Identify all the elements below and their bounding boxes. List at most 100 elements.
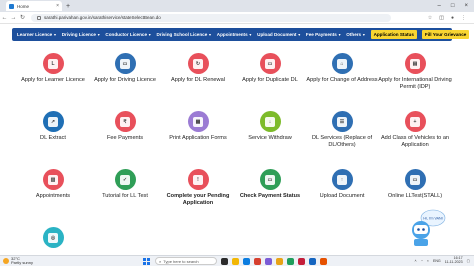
service-apply-dl-renewal[interactable]: ↻ Apply for DL Renewal [158, 53, 238, 84]
service-circle: ₹ [114, 111, 136, 132]
back-icon[interactable]: ← [0, 15, 9, 21]
chevron-up-icon[interactable]: ˄ [414, 259, 416, 263]
service-complete-pending-application[interactable]: ! Complete your Pending Application [158, 169, 238, 207]
clock-date: 11-11-2023 [444, 260, 463, 264]
dl-renewal-icon: ↻ [193, 58, 203, 69]
forward-icon[interactable]: → [9, 15, 18, 21]
menu-driving-school-licence[interactable]: Driving School Licence▼ [156, 32, 211, 37]
service-change-of-address[interactable]: ⌂ Apply for Change of Address [302, 53, 382, 84]
service-extra[interactable]: ◎ [13, 227, 93, 248]
service-label: Add Class of Vehicles to an Application [380, 135, 450, 148]
chevron-down-icon: ▼ [208, 33, 212, 37]
minimize-icon[interactable]: – [438, 3, 441, 9]
service-apply-idp[interactable]: ▤ Apply for International Driving Permit… [375, 53, 455, 91]
service-add-class-of-vehicles[interactable]: + Add Class of Vehicles to an Applicatio… [375, 111, 455, 149]
ms-store-icon[interactable] [254, 257, 262, 265]
fee-payments-icon: ₹ [120, 116, 130, 127]
system-tray: ˄ ◔ ◖ ENG 16:17 11-11-2023 ▢ [414, 256, 470, 265]
service-print-application-forms[interactable]: ▦ Print Application Forms [158, 111, 238, 142]
extra-service-icon: ◎ [48, 232, 58, 243]
menu-fee-payments[interactable]: Fee Payments▼ [306, 32, 341, 37]
menu-upload-document[interactable]: Upload Document▼ [257, 32, 301, 37]
search-placeholder: Type here to search [163, 258, 199, 264]
service-circle: ☰ [331, 111, 353, 132]
wifi-icon[interactable]: ◔ [421, 259, 423, 263]
browser-tab-home[interactable]: Home × [6, 1, 62, 11]
tab-close-icon[interactable]: × [56, 3, 59, 9]
service-check-payment-status[interactable]: ▭ Check Payment Status [230, 169, 310, 200]
browser-address-bar: ← → ↻ sarathi.parivahan.gov.in/sarathise… [0, 12, 474, 24]
url-text: sarathi.parivahan.gov.in/sarathiservice/… [44, 15, 161, 20]
notifications-icon[interactable]: ▢ [467, 259, 470, 263]
edge-browser-icon[interactable] [243, 257, 251, 265]
service-label: Apply for Change of Address [306, 77, 378, 83]
menu-appointments[interactable]: Appointments▼ [217, 32, 252, 37]
bookmark-star-icon[interactable]: ☆ [428, 15, 432, 21]
menu-label: Driving Licence [61, 32, 96, 37]
service-withdraw-icon: ↓ [265, 116, 275, 127]
menu-learner-licence[interactable]: Learner Licence▼ [17, 32, 57, 37]
search-icon: ⌕ [159, 258, 162, 264]
service-circle: ↻ [187, 53, 209, 74]
word-icon[interactable] [309, 257, 317, 265]
dl-extract-icon: ↗ [48, 116, 58, 127]
chrome-browser-icon[interactable] [287, 257, 295, 265]
service-withdraw[interactable]: ↓ Service Withdraw [230, 111, 310, 142]
menu-label: Appointments [216, 32, 248, 37]
tab-title: Home [17, 3, 30, 9]
taskbar-clock[interactable]: 16:17 11-11-2023 [444, 256, 463, 265]
volume-icon[interactable]: ◖ [427, 259, 429, 263]
learner-licence-icon: L [48, 58, 58, 69]
menu-others[interactable]: Others▼ [346, 32, 365, 37]
service-fee-payments[interactable]: ₹ Fee Payments [85, 111, 165, 142]
service-appointments[interactable]: ▥ Appointments [13, 169, 93, 200]
fill-grievance-button[interactable]: Fill Your Grievance [421, 30, 470, 39]
service-dl-extract[interactable]: ↗ DL Extract [13, 111, 93, 142]
site-menu-bar: Learner Licence▼ Driving Licence▼ Conduc… [12, 28, 470, 41]
menu-driving-licence[interactable]: Driving Licence▼ [62, 32, 101, 37]
appointments-icon: ▥ [48, 174, 58, 185]
maximize-icon[interactable]: □ [451, 3, 455, 9]
file-explorer-icon[interactable] [232, 257, 240, 265]
service-dl-services[interactable]: ☰ DL Services (Replace of DL/Others) [302, 111, 382, 149]
url-field[interactable]: sarathi.parivahan.gov.in/sarathiservice/… [31, 13, 391, 22]
app-icon[interactable] [276, 257, 284, 265]
profile-icon[interactable]: ● [451, 15, 454, 21]
service-circle: ! [187, 169, 209, 190]
service-tutorial-ll-test[interactable]: ✓ Tutorial for LL Test [85, 169, 165, 200]
service-circle: ▤ [404, 53, 426, 74]
extensions-icon[interactable]: ◫ [439, 15, 444, 21]
service-circle: + [404, 111, 426, 132]
service-apply-duplicate-dl[interactable]: ▭ Apply for Duplicate DL [230, 53, 310, 84]
service-label: Apply for Driving Licence [94, 77, 156, 83]
powerpoint-icon[interactable] [320, 257, 328, 265]
online-lltest-icon: ▭ [410, 174, 420, 185]
service-online-lltest[interactable]: ▭ Online LLTest(STALL) [375, 169, 455, 200]
change-address-icon: ⌂ [337, 58, 347, 69]
service-circle: ▭ [404, 169, 426, 190]
new-tab-icon[interactable]: + [66, 3, 70, 10]
windows-start-icon[interactable] [143, 257, 151, 265]
service-circle: ↗ [42, 111, 64, 132]
close-window-icon[interactable]: × [464, 3, 468, 9]
browser-menu-icon[interactable]: ⋮ [461, 15, 466, 21]
service-circle: ▭ [114, 53, 136, 74]
teams-icon[interactable] [265, 257, 273, 265]
chevron-down-icon: ▼ [96, 33, 101, 37]
service-apply-learner-licence[interactable]: L Apply for Learner Licence [13, 53, 93, 84]
service-apply-driving-licence[interactable]: ▭ Apply for Driving Licence [85, 53, 165, 84]
task-view-icon[interactable] [221, 257, 229, 265]
service-label: Appointments [35, 193, 71, 199]
menu-conductor-licence[interactable]: Conductor Licence▼ [105, 32, 151, 37]
menu-label: Upload Document [257, 32, 297, 37]
weather-widget[interactable]: 32°C Partly sunny [3, 257, 33, 265]
application-status-button[interactable]: Application Status [370, 30, 417, 39]
taskbar-search-input[interactable]: ⌕ Type here to search [155, 257, 218, 265]
service-upload-document[interactable]: ↑ Upload Document [302, 169, 382, 200]
language-indicator[interactable]: ENG [433, 259, 441, 263]
chatbot-assistant-icon[interactable]: Hi, I'm VANI [404, 208, 446, 248]
pdf-reader-icon[interactable] [298, 257, 306, 265]
reload-icon[interactable]: ↻ [18, 14, 27, 21]
menu-label: Driving School Licence [156, 32, 208, 37]
service-grid: L Apply for Learner Licence ▭ Apply for … [0, 41, 474, 255]
